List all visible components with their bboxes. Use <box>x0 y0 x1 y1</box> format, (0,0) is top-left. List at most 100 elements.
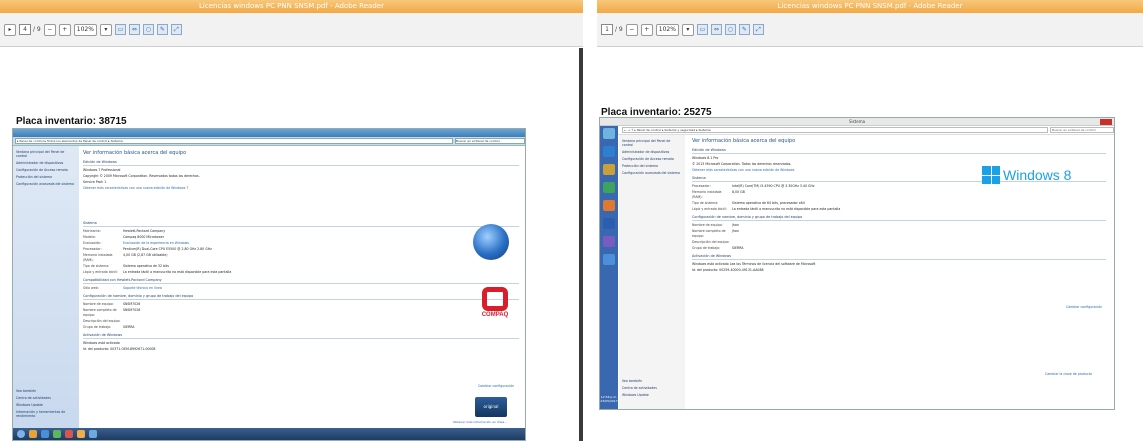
start-icon <box>17 430 25 438</box>
section-title: Edición de Windows <box>692 148 1106 154</box>
sidebar-item: Administrador de dispositivos <box>16 161 64 165</box>
fit-width-icon[interactable]: ⇔ <box>128 24 140 35</box>
more-online-link: Obtener más información en línea... <box>453 420 508 424</box>
address-path: ← → ↑ ▸ Panel de control ▸ Sistema y seg… <box>622 127 1048 133</box>
close-icon <box>1100 119 1112 125</box>
row-value: La entrada táctil o manuscrita no está d… <box>732 207 841 211</box>
page-heading: Ver información básica acerca del equipo <box>692 138 796 144</box>
sidebar-footer: Centro de actividades <box>16 396 51 400</box>
edition-line: Windows 8.1 Pro <box>692 156 719 160</box>
screenshot-titlebar: Sistema <box>600 118 1114 126</box>
reader-toolbar: ▸ 4 / 9 − + 102% ▾ ▭ ⇔ ○ ✎ ⤢ <box>0 13 583 47</box>
row-value: 4,00 GB (2,87 GB utilizable) <box>123 253 168 257</box>
row-value: SNSM7026 <box>123 308 141 312</box>
row-value: La entrada táctil o manuscrita no está d… <box>123 270 232 274</box>
sign-icon[interactable]: ✎ <box>156 24 168 35</box>
row-key: Nombre completo de equipo: <box>692 229 726 238</box>
comment-icon[interactable]: ○ <box>142 24 154 35</box>
taskbar-app-icon <box>41 430 49 438</box>
sidebar: Ventana principal del Panel de control A… <box>13 146 79 428</box>
sidebar-footer: Windows Update <box>622 393 649 397</box>
row-key: Lápiz y entrada táctil: <box>83 270 118 274</box>
page-number-input[interactable]: 4 <box>19 24 31 35</box>
fit-page-icon[interactable]: ▭ <box>696 24 708 35</box>
section-title: Configuración de nombre, dominio y grupo… <box>692 215 1106 221</box>
zoom-select[interactable]: 102% <box>655 23 679 36</box>
charm-icon <box>603 254 615 265</box>
row-key: Tipo de sistema: <box>83 264 110 268</box>
activation-line: Windows está activado Lea los Términos d… <box>692 262 816 266</box>
row-key: Procesador: <box>83 247 102 251</box>
windows8-logo: Windows 8 <box>982 166 1071 184</box>
row-key: Nombre de equipo: <box>83 302 114 306</box>
document-page: Placa inventario: 38715 ▸ Panel de contr… <box>0 48 583 441</box>
edition-line: Obtener más características con una nuev… <box>83 186 189 190</box>
sign-icon[interactable]: ✎ <box>738 24 750 35</box>
reader-toolbar: 1 / 9 − + 102% ▾ ▭ ⇔ ○ ✎ ⤢ <box>597 13 1143 47</box>
zoom-out-button[interactable]: − <box>43 23 56 36</box>
row-key: Procesador: <box>692 184 711 188</box>
row-key: Grupo de trabajo: <box>83 325 112 329</box>
nav-back-button[interactable]: ▸ <box>4 23 16 36</box>
window-title: Licencias windows PC PNN SNSM.pdf - Adob… <box>597 0 1143 13</box>
zoom-in-button[interactable]: + <box>58 23 71 36</box>
window-title: Licencias windows PC PNN SNSM.pdf - Adob… <box>0 0 583 13</box>
zoom-select[interactable]: 102% <box>73 23 97 36</box>
divider <box>583 0 597 441</box>
row-value: Hewlett-Packard Company <box>123 229 166 233</box>
section-title: Sistema <box>83 221 519 227</box>
start-charm-bar: 12:56 p.m. 23/05/2017 <box>600 118 618 409</box>
windows-flag-icon <box>982 166 1000 184</box>
row-value: Soporte técnico en línea <box>123 286 162 290</box>
sidebar-item: Protección del sistema <box>16 175 53 179</box>
row-value: SIERRA <box>732 246 744 250</box>
sidebar: Ventana principal del Panel de control A… <box>619 135 685 409</box>
row-value <box>732 240 1106 245</box>
zoom-in-button[interactable]: + <box>640 23 653 36</box>
expand-icon[interactable]: ⤢ <box>170 24 182 35</box>
row-value: Sistema operativo de 64 bits, procesador… <box>732 201 805 205</box>
row-value: jhon <box>732 229 739 233</box>
system-info: Ver información básica acerca del equipo… <box>83 150 519 353</box>
section-title: Activación de Windows <box>83 333 519 339</box>
sidebar-item: Administrador de dispositivos <box>622 150 670 154</box>
address-path: ▸ Panel de control ▸ Todos los elementos… <box>15 138 453 144</box>
row-key: Modelo: <box>83 235 96 239</box>
charm-icon <box>603 182 615 193</box>
charm-icon <box>603 164 615 175</box>
fit-width-icon[interactable]: ⇔ <box>710 24 722 35</box>
page-number-input[interactable]: 1 <box>601 24 613 35</box>
row-key: Sitio web: <box>83 286 99 290</box>
page-total: / 9 <box>33 26 41 33</box>
charm-icon <box>603 218 615 229</box>
section-title: Configuración de nombre, dominio y grupo… <box>83 294 519 300</box>
comment-icon[interactable]: ○ <box>724 24 736 35</box>
row-key: Memoria instalada (RAM): <box>692 190 722 199</box>
section-title: Edición de Windows <box>83 160 519 166</box>
row-value: Intel(R) Core(TM) i5-4590 CPU @ 3.30GHz … <box>732 184 815 188</box>
row-value: 8,00 GB <box>732 190 745 194</box>
expand-icon[interactable]: ⤢ <box>752 24 764 35</box>
page-total: / 9 <box>615 26 623 33</box>
row-key: Tipo de sistema: <box>692 201 719 205</box>
sidebar-footer: Windows Update <box>16 403 43 407</box>
sidebar-footer: Centro de actividades <box>622 386 657 390</box>
zoom-dropdown-button[interactable]: ▾ <box>681 23 694 36</box>
row-value: Sistema operativo de 32 bits <box>123 264 169 268</box>
section-title: Activación de Windows <box>692 254 1106 260</box>
taskbar <box>13 428 525 440</box>
sidebar-item: Configuración de Acceso remoto <box>622 157 674 161</box>
charm-icon <box>603 146 615 157</box>
zoom-out-button[interactable]: − <box>625 23 638 36</box>
adobe-reader-window-right: Licencias windows PC PNN SNSM.pdf - Adob… <box>597 0 1143 441</box>
row-value: Evaluación de la experiencia en Windows <box>123 241 189 245</box>
zoom-dropdown-button[interactable]: ▾ <box>99 23 112 36</box>
screenshot-title: Sistema <box>848 119 866 124</box>
change-settings-link: Cambiar configuración <box>1066 305 1103 309</box>
sidebar-item: Configuración avanzada del sistema <box>622 171 680 175</box>
taskbar-app-icon <box>77 430 85 438</box>
placa-inventario: Placa inventario: 38715 <box>16 116 127 127</box>
row-key: Fabricante: <box>83 229 101 233</box>
charm-icon <box>603 200 615 211</box>
fit-page-icon[interactable]: ▭ <box>114 24 126 35</box>
